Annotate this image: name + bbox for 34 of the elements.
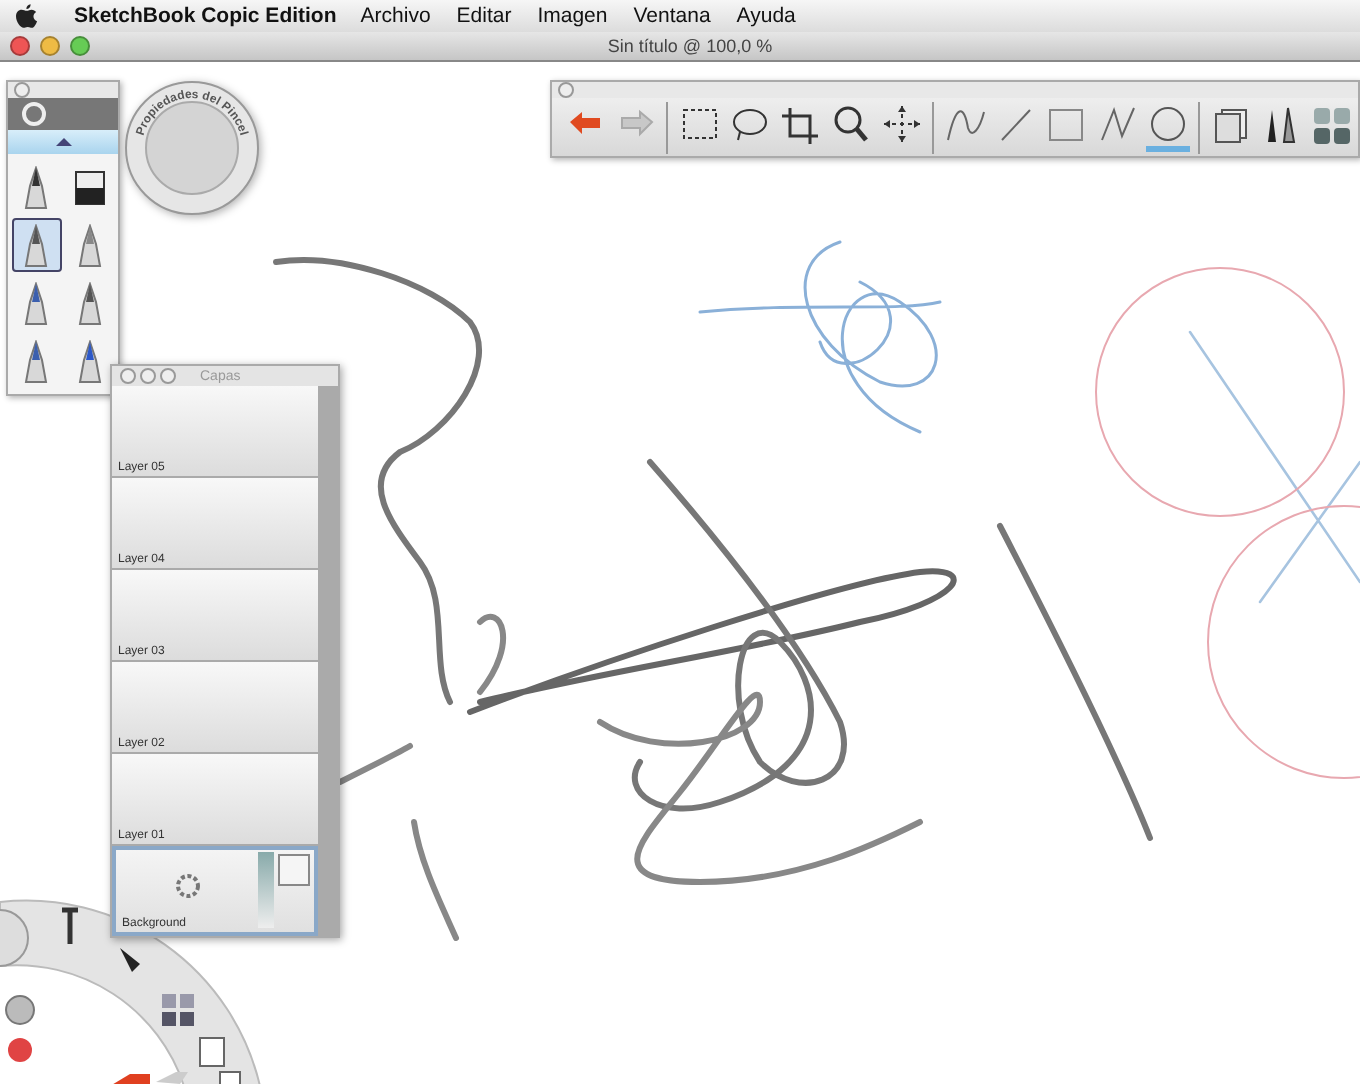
- pen-icon: [22, 339, 51, 383]
- pen-icon: [75, 339, 104, 383]
- menu-item[interactable]: Imagen: [537, 4, 608, 28]
- window-title: Sin título @ 100,0 %: [605, 36, 775, 56]
- tool-button[interactable]: [1145, 102, 1190, 152]
- scrollbar[interactable]: [318, 386, 338, 936]
- polyline-icon: [1095, 103, 1140, 145]
- brush-button[interactable]: [12, 218, 61, 272]
- target-icon[interactable]: [22, 102, 46, 126]
- pen-icon: [22, 281, 51, 325]
- menu-item[interactable]: Editar: [456, 4, 512, 28]
- app-name[interactable]: SketchBook Copic Edition: [74, 4, 337, 28]
- zoom-icon: [829, 103, 874, 145]
- pen-icon: [22, 165, 51, 209]
- pen-icon: [75, 223, 104, 267]
- rectangle-icon: [1044, 103, 1089, 145]
- gear-icon[interactable]: [172, 870, 204, 902]
- move-icon: [879, 103, 924, 145]
- crop-icon: [778, 103, 823, 145]
- menu-item[interactable]: Ventana: [633, 4, 711, 28]
- pen-icon: [22, 223, 51, 267]
- color-swatches-icon: [1310, 103, 1355, 145]
- collapse-button[interactable]: [8, 130, 118, 154]
- blend-button[interactable]: [278, 854, 310, 886]
- menu-item[interactable]: Archivo: [360, 4, 431, 28]
- opacity-slider[interactable]: [258, 852, 274, 928]
- ellipse-icon: [1145, 103, 1190, 145]
- lasso-icon: [728, 103, 773, 145]
- rectangle-select-icon: [677, 103, 722, 145]
- pen-icon: [75, 281, 104, 325]
- menu-item[interactable]: Ayuda: [736, 4, 796, 28]
- triangle-icon: [55, 138, 71, 146]
- eraser-icon: [73, 167, 106, 207]
- apple-logo-icon[interactable]: [16, 3, 38, 29]
